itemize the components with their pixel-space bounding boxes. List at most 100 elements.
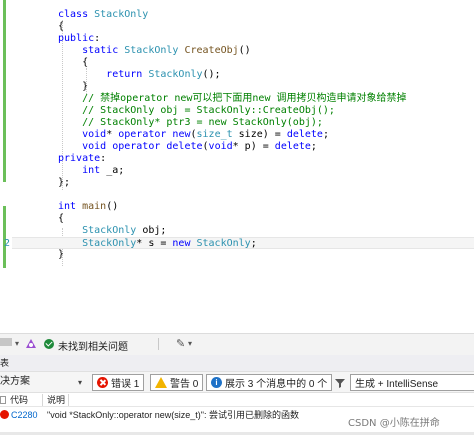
code-token: static: [82, 45, 125, 56]
code-line[interactable]: static StackOnly CreateObj(): [12, 45, 474, 57]
code-line-text: // StackOnly obj = StackOnly::CreateObj(…: [58, 105, 335, 117]
check-circle-icon: [44, 339, 54, 349]
filter-icon[interactable]: [334, 377, 346, 389]
code-token: (): [106, 201, 119, 212]
error-list-title-bar: 表: [0, 355, 474, 371]
chevron-down-icon[interactable]: ▾: [15, 339, 19, 348]
column-separator[interactable]: [68, 394, 69, 406]
code-line-text: class StackOnly: [58, 9, 148, 21]
horizontal-scrollbar[interactable]: [0, 338, 12, 346]
code-line-text: // 禁掉operator new可以把下面用new 调用拷贝构造申请对象给禁掉: [58, 93, 406, 105]
code-line[interactable]: int main(): [12, 201, 474, 213]
code-line[interactable]: {: [12, 21, 474, 33]
code-line-text: // StackOnly* ptr3 = new StackOnly(obj);: [58, 117, 323, 129]
code-token: StackOnly: [148, 69, 203, 80]
code-token: CreateObj: [184, 45, 239, 56]
code-line[interactable]: StackOnly obj;: [12, 225, 474, 237]
code-token: * p) =: [232, 141, 275, 152]
code-line[interactable]: return StackOnly();: [12, 69, 474, 81]
code-line[interactable]: public:: [12, 33, 474, 45]
info-icon: i: [211, 377, 222, 388]
code-line[interactable]: private:: [12, 153, 474, 165]
chevron-down-icon[interactable]: ▾: [78, 378, 82, 387]
code-line[interactable]: }: [12, 249, 474, 261]
error-list-header: 代码 说明: [0, 393, 474, 407]
build-intellisense-dropdown[interactable]: 生成 + IntelliSense: [350, 374, 474, 391]
code-line[interactable]: };: [12, 177, 474, 189]
code-token: size) =: [232, 129, 287, 140]
code-token: (): [238, 45, 251, 56]
code-line-text: return StackOnly();: [58, 69, 220, 81]
code-line-text: void* operator new(size_t size) = delete…: [58, 129, 329, 141]
warnings-filter-label: 警告 0: [170, 379, 199, 390]
messages-filter-button[interactable]: i 展示 3 个消息中的 0 个: [206, 374, 333, 391]
code-token: main: [82, 201, 107, 212]
build-filter-label: 生成 + IntelliSense: [355, 379, 439, 390]
code-token: size_t: [196, 129, 233, 140]
code-token: // 禁掉operator new可以把下面用new 调用拷贝构造申请对象给禁掉: [82, 93, 407, 104]
code-token: delete: [286, 129, 323, 140]
code-token: operator delete: [112, 141, 203, 152]
code-line-text: {: [58, 57, 88, 69]
code-token: * s =: [136, 238, 173, 249]
code-token: StackOnly: [82, 238, 137, 249]
column-header-description[interactable]: 说明: [47, 393, 65, 407]
line-number: 2: [3, 238, 10, 249]
editor-gutter: [0, 0, 12, 333]
column-header-code[interactable]: 代码: [10, 393, 28, 407]
code-token: ;: [250, 238, 257, 249]
intellicode-icon[interactable]: [24, 337, 38, 351]
code-line[interactable]: // StackOnly obj = StackOnly::CreateObj(…: [12, 105, 474, 117]
scope-dropdown[interactable]: 决方案: [0, 372, 84, 392]
scope-dropdown-label: 决方案: [0, 376, 30, 387]
code-token: // StackOnly obj = StackOnly::CreateObj(…: [82, 105, 335, 116]
code-editor[interactable]: class StackOnly{public: static StackOnly…: [0, 0, 474, 333]
code-line-text: }: [58, 81, 88, 93]
code-line[interactable]: // 禁掉operator new可以把下面用new 调用拷贝构造申请对象给禁掉: [12, 93, 474, 105]
messages-filter-label: 展示 3 个消息中的 0 个: [225, 379, 328, 390]
code-line-text: int main(): [58, 201, 118, 213]
code-token: class: [58, 9, 95, 20]
code-token: *: [106, 129, 119, 140]
code-line-text: }: [58, 249, 64, 261]
code-token: StackOnly: [124, 45, 185, 56]
code-line[interactable]: void* operator new(size_t size) = delete…: [12, 129, 474, 141]
sort-toggle[interactable]: [0, 396, 6, 404]
warnings-filter-button[interactable]: 警告 0: [150, 374, 204, 391]
column-separator[interactable]: [42, 394, 43, 406]
code-line[interactable]: class StackOnly: [12, 9, 474, 21]
code-token: void: [82, 141, 113, 152]
warning-icon: [155, 377, 167, 388]
code-line[interactable]: StackOnly* s = new StackOnly; 2: [4, 237, 474, 249]
code-line[interactable]: {: [12, 213, 474, 225]
code-line[interactable]: void operator delete(void* p) = delete;: [12, 141, 474, 153]
errors-filter-button[interactable]: 错误 1: [92, 374, 145, 391]
code-line[interactable]: int _a;: [12, 165, 474, 177]
error-icon: [97, 377, 108, 388]
paint-brush-icon[interactable]: ✎: [176, 337, 185, 350]
code-token: obj;: [142, 225, 167, 236]
code-line-text: };: [58, 177, 70, 189]
error-description: "void *StackOnly::operator new(size_t)":…: [47, 410, 299, 420]
code-token: ;: [310, 141, 317, 152]
code-line[interactable]: }: [12, 81, 474, 93]
code-line[interactable]: [12, 189, 474, 201]
code-line-text: StackOnly obj;: [58, 225, 166, 237]
code-token: // StackOnly* ptr3 = new StackOnly(obj);: [82, 117, 323, 128]
code-line[interactable]: {: [12, 57, 474, 69]
code-token: int: [82, 165, 107, 176]
error-code[interactable]: C2280: [11, 407, 38, 423]
chevron-down-icon[interactable]: ▾: [188, 339, 192, 348]
code-token: {: [58, 21, 65, 32]
code-line[interactable]: // StackOnly* ptr3 = new StackOnly(obj);: [12, 117, 474, 129]
code-line-text: {: [58, 21, 64, 33]
code-token: operator new: [118, 129, 191, 140]
code-token: ;: [322, 129, 329, 140]
